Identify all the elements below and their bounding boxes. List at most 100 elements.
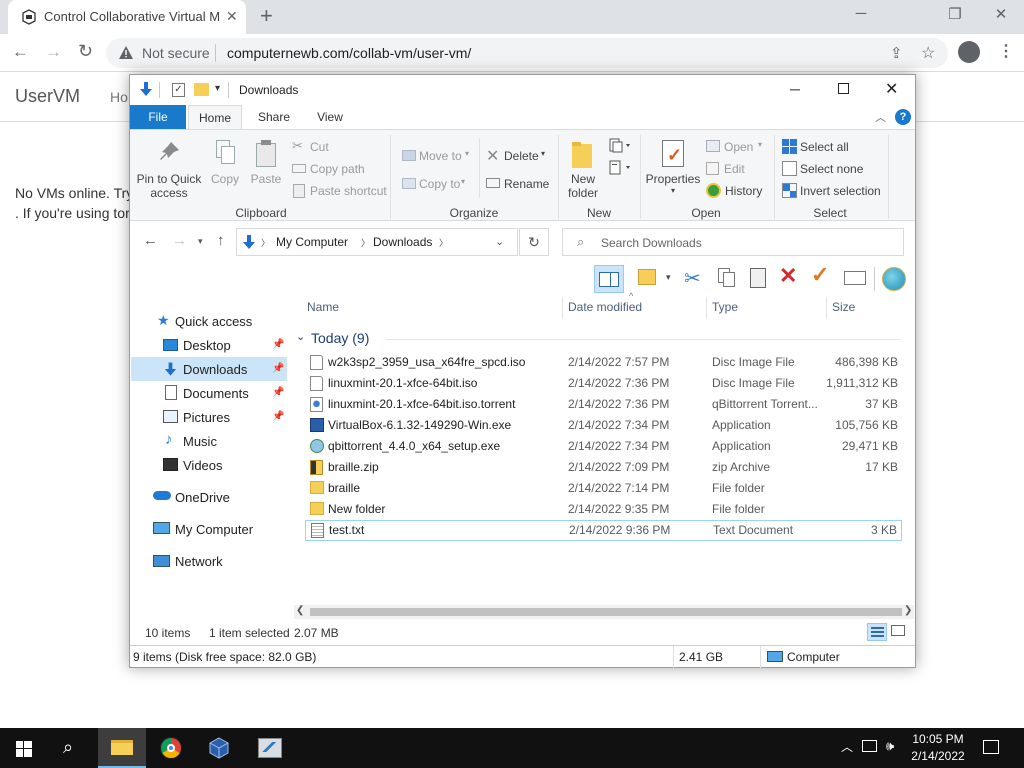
tray-network-icon[interactable] [862,740,877,752]
properties-check-icon[interactable]: ✓ [172,83,185,97]
pin-nav-pictures-icon[interactable]: 📌 [272,411,284,422]
paste-button[interactable]: Paste [248,138,284,194]
easy-access-icon[interactable] [608,160,632,176]
delete-button[interactable]: ✕ Delete ▾ [486,147,556,165]
nav-pictures[interactable]: Pictures [183,410,230,425]
taskbar-file-explorer-button[interactable] [98,728,146,768]
history-button[interactable]: History [706,182,768,200]
collapse-ribbon-icon[interactable]: ︿ [875,109,886,125]
menu-icon[interactable]: ⋮ [998,41,1014,61]
forward-icon[interactable]: → [45,42,62,62]
system-monitor-icon[interactable] [258,738,282,758]
new-folder-button[interactable]: New folder [562,138,604,200]
nav-my-computer[interactable]: My Computer [175,522,253,537]
address-dropdown-icon[interactable]: ⌄ [495,235,504,248]
chrome-icon[interactable] [160,737,182,759]
back-button-icon[interactable]: ← [143,232,158,249]
action-center-icon[interactable] [983,740,999,754]
taskbar-search-icon[interactable]: ⌕ [63,737,73,758]
open-button[interactable]: Open ▾ [706,138,768,156]
bookmark-star-icon[interactable]: ☆ [921,43,935,63]
security-label[interactable]: Not secure [142,45,210,61]
explorer-maximize-icon[interactable] [838,83,849,94]
restore-icon[interactable]: ❐ [940,5,970,23]
tab-close-icon[interactable]: ✕ [226,8,238,25]
globe-icon[interactable] [882,267,906,291]
cut-toolbar-icon[interactable]: ✂ [684,266,701,291]
file-row[interactable]: w2k3sp2_3959_usa_x64fre_spcd.iso 2/14/20… [305,352,902,373]
virtualbox-taskbar-icon[interactable] [208,737,230,759]
omnibox[interactable]: Not secure computernewb.com/collab-vm/us… [106,38,948,68]
page-logo[interactable]: UserVM [15,86,80,107]
tab-home[interactable]: Home [188,105,242,130]
column-header-type[interactable]: Type [712,300,738,314]
page-nav-link[interactable]: Ho [110,89,128,105]
explorer-minimize-icon[interactable]: ─ [790,81,800,97]
column-header-date[interactable]: Date modified [568,300,642,314]
new-item-icon[interactable] [608,138,632,154]
file-row[interactable]: qbittorrent_4.4.0_x64_setup.exe 2/14/202… [305,436,902,457]
nav-documents[interactable]: Documents [183,386,249,401]
nav-videos[interactable]: Videos [183,458,223,473]
breadcrumb-downloads[interactable]: Downloads [373,235,432,249]
preview-pane-button[interactable] [594,265,624,293]
rename-toolbar-icon[interactable] [844,271,866,285]
nav-downloads[interactable]: Downloads [183,362,247,377]
column-header-name[interactable]: Name [307,300,339,314]
copy-button[interactable]: Copy [208,138,242,194]
nav-network[interactable]: Network [175,554,223,569]
tab-view[interactable]: View [303,105,357,129]
profile-avatar[interactable] [958,41,980,63]
tray-chevron-icon[interactable]: ︿ [841,738,853,755]
clock-date[interactable]: 2/14/2022 [902,749,974,763]
nav-quick-access[interactable]: Quick access [175,314,252,329]
select-all-button[interactable]: Select all [782,138,872,156]
pin-nav-downloads-icon[interactable]: 📌 [272,363,284,374]
cut-button[interactable]: ✂ Cut [292,138,372,156]
details-pane-icon[interactable] [638,269,656,285]
pin-nav-desktop-icon[interactable]: 📌 [272,339,284,350]
select-none-button[interactable]: Select none [782,160,872,178]
explorer-close-icon[interactable]: ✕ [885,79,898,99]
group-header-today[interactable]: Today (9) [311,330,369,346]
scroll-left-icon[interactable]: ❮ [296,605,304,616]
delete-toolbar-icon[interactable]: ✕ [779,263,797,289]
copy-toolbar-icon[interactable] [718,268,736,288]
search-box[interactable]: ⌕ Search Downloads [562,228,904,256]
invert-selection-button[interactable]: Invert selection [782,182,888,200]
nav-onedrive[interactable]: OneDrive [175,490,230,505]
up-button-icon[interactable]: ↑ [217,232,225,249]
properties-toolbar-icon[interactable]: ✓ [811,262,829,288]
properties-button[interactable]: ✓ Properties ▾ [644,138,702,200]
quick-access-down-arrow-icon[interactable] [138,81,154,97]
copy-to-button[interactable]: Copy to ▾ [402,175,476,193]
folder-icon[interactable] [194,83,209,96]
nav-music[interactable]: Music [183,434,217,449]
tab-share[interactable]: Share [247,105,301,129]
file-row[interactable]: linuxmint-20.1-xfce-64bit.iso.torrent 2/… [305,394,902,415]
horizontal-scrollbar[interactable]: ❮ ❯ [294,605,914,619]
start-windows-icon[interactable] [16,741,32,757]
file-row-selected[interactable]: test.txt 2/14/2022 9:36 PM Text Document… [305,520,902,541]
clock-time[interactable]: 10:05 PM [902,732,974,746]
paste-shortcut-button[interactable]: Paste shortcut [292,182,388,200]
minimize-icon[interactable]: ─ [846,5,876,22]
column-header-size[interactable]: Size [832,300,855,314]
nav-desktop[interactable]: Desktop [183,338,231,353]
recent-locations-icon[interactable]: ▾ [198,236,203,247]
tab-file[interactable]: File [130,105,186,129]
details-view-button[interactable] [867,623,887,641]
share-icon[interactable]: ⇪ [890,44,903,62]
group-collapse-icon[interactable]: ⌄ [296,330,305,343]
large-icons-view-button[interactable] [891,625,905,636]
details-pane-dropdown-icon[interactable]: ▾ [666,272,671,283]
pin-nav-documents-icon[interactable]: 📌 [272,387,284,398]
tray-volume-icon[interactable]: 🕪 [886,738,894,754]
scroll-right-icon[interactable]: ❯ [904,605,912,616]
move-to-button[interactable]: Move to ▾ [402,147,476,165]
new-tab-button[interactable]: + [260,3,273,29]
scrollbar-thumb[interactable] [310,608,902,616]
refresh-button[interactable]: ↻ [519,228,549,256]
forward-button-icon[interactable]: → [172,232,187,249]
reload-icon[interactable]: ↻ [78,41,93,62]
